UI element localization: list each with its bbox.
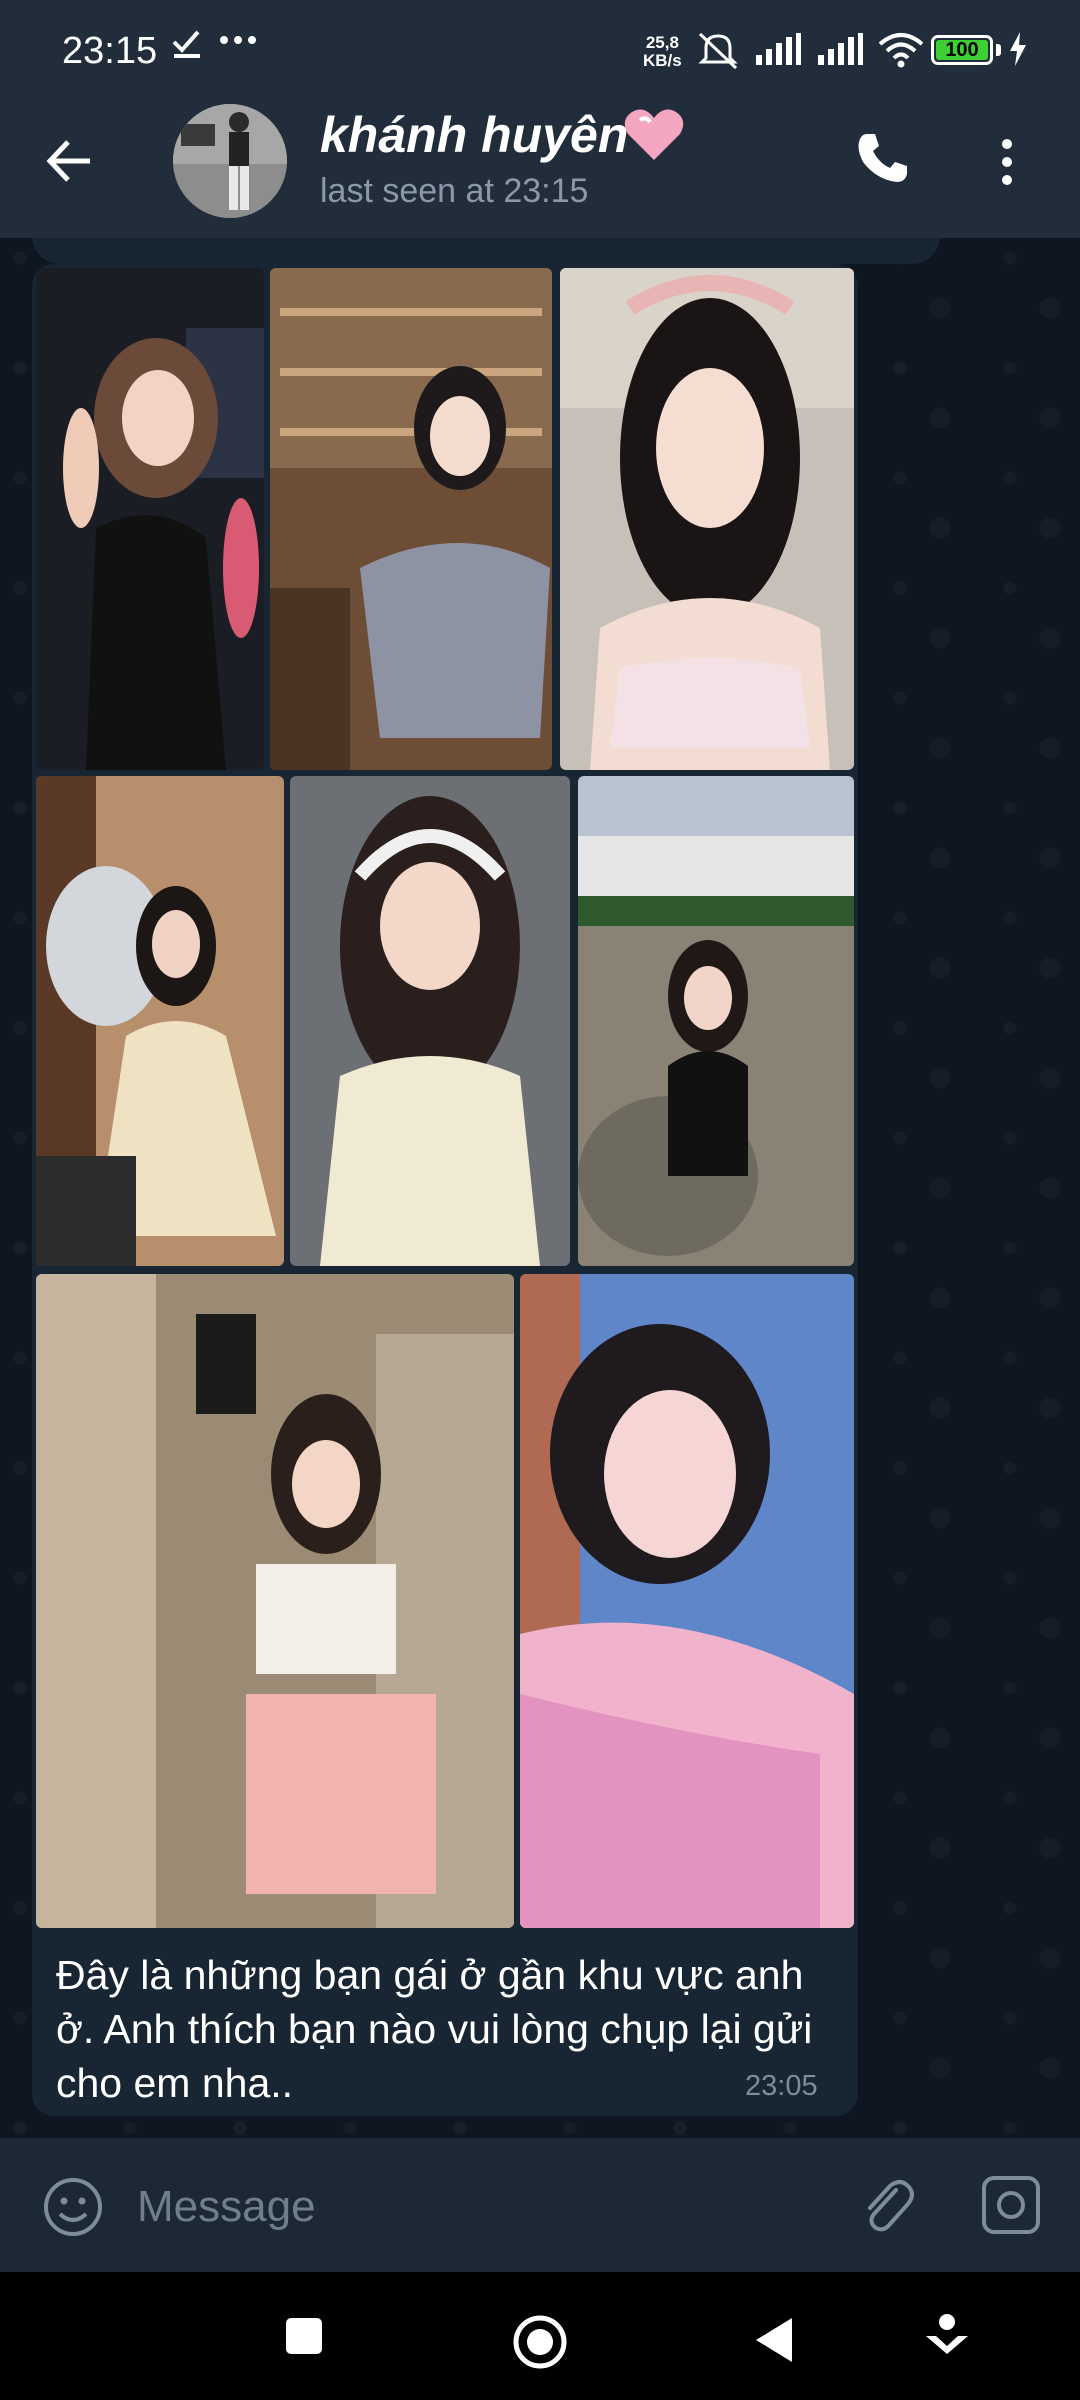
status-icons <box>696 30 924 75</box>
photo-7[interactable] <box>36 1274 514 1928</box>
net-speed-value: 25,8 <box>645 33 679 52</box>
message-input[interactable]: Message <box>137 2182 316 2232</box>
recent-apps-button[interactable] <box>286 2318 322 2354</box>
emoji-icon[interactable] <box>42 2176 104 2243</box>
heart-emoji-icon <box>622 106 686 169</box>
network-speed: 25,8 KB/s <box>643 34 682 70</box>
battery-tip <box>996 44 1001 56</box>
attach-icon[interactable] <box>856 2174 916 2241</box>
chat-header: khánh huyên last seen at 23:15 <box>0 100 1080 238</box>
message-time: 23:05 <box>745 2070 818 2102</box>
system-nav-bar <box>0 2272 1080 2400</box>
signal-icon-2 <box>816 33 864 72</box>
battery-level: 100 <box>936 40 988 60</box>
back-arrow-icon[interactable] <box>44 136 94 191</box>
photo-1[interactable] <box>36 268 264 770</box>
more-options-icon[interactable] <box>1000 138 1014 191</box>
battery-icon: 100 <box>931 35 993 65</box>
photo-5[interactable] <box>290 776 570 1266</box>
previous-message-bubble[interactable] <box>32 238 940 264</box>
signal-icon-1 <box>754 33 802 72</box>
camera-icon[interactable] <box>980 2174 1042 2241</box>
net-speed-unit: KB/s <box>643 51 682 70</box>
photo-8[interactable] <box>520 1274 854 1928</box>
photo-4[interactable] <box>36 776 284 1266</box>
charging-icon <box>1008 32 1028 71</box>
check-notification-icon <box>170 26 204 69</box>
message-caption: Đây là những bạn gái ở gần khu vực anh ở… <box>56 1952 813 2106</box>
status-time: 23:15 <box>62 30 158 72</box>
contact-name[interactable]: khánh huyên <box>320 106 628 164</box>
wifi-icon <box>878 32 924 73</box>
message-input-bar: Message <box>0 2138 1080 2272</box>
more-notifications-icon <box>218 20 258 70</box>
phone-call-icon[interactable] <box>855 130 911 191</box>
photo-3[interactable] <box>560 268 854 770</box>
photo-6[interactable] <box>578 776 854 1266</box>
back-triangle-button[interactable] <box>752 2316 796 2369</box>
download-nav-icon[interactable] <box>922 2312 972 2367</box>
avatar[interactable] <box>173 104 287 218</box>
last-seen-status: last seen at 23:15 <box>320 172 589 210</box>
home-button[interactable] <box>512 2314 568 2375</box>
mute-icon <box>696 30 740 75</box>
photo-2[interactable] <box>270 268 552 770</box>
status-bar: 23:15 25,8 KB/s 100 <box>0 0 1080 100</box>
chat-area[interactable]: Đây là những bạn gái ở gần khu vực anh ở… <box>0 238 1080 2138</box>
